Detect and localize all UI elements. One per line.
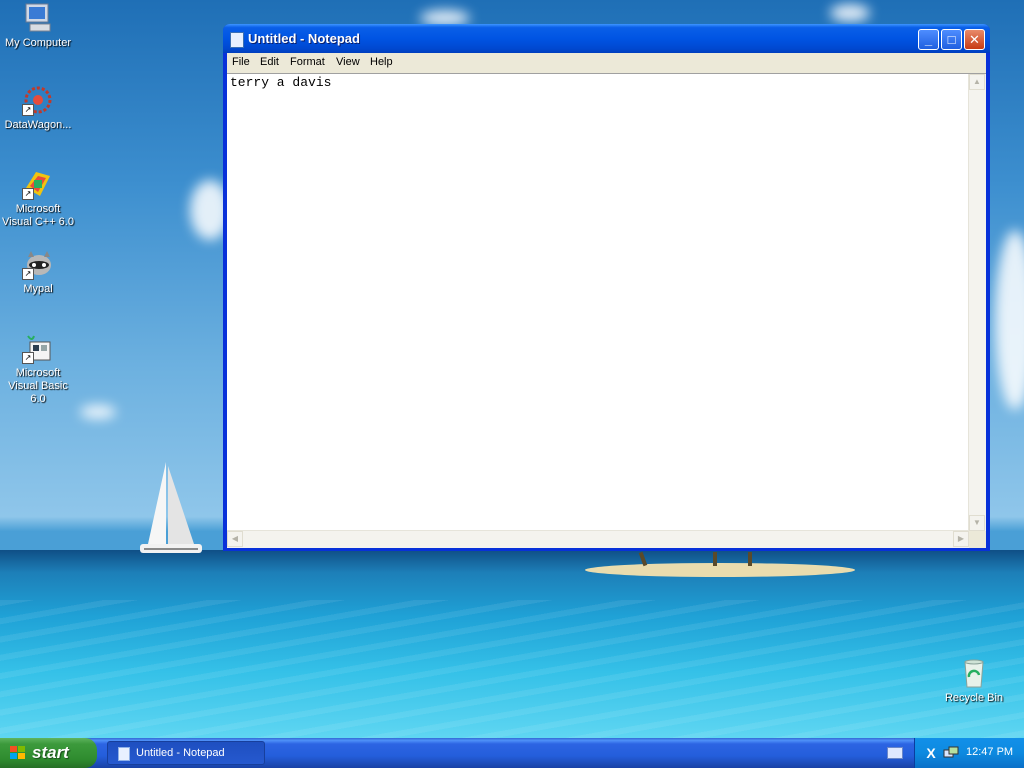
scroll-right-button[interactable]: ▶ <box>953 531 969 547</box>
keyboard-icon[interactable] <box>887 747 903 759</box>
desktop-icon-label: Recycle Bin <box>944 692 1004 704</box>
network-icon[interactable] <box>943 745 959 761</box>
start-label: start <box>32 743 69 762</box>
cloud <box>995 230 1024 410</box>
island <box>585 563 855 577</box>
minimize-button[interactable]: _ <box>918 29 939 50</box>
taskbar-button-notepad[interactable]: Untitled - Notepad <box>107 741 265 765</box>
desktop-icon-label: Mypal <box>23 283 53 295</box>
scroll-left-button[interactable]: ◀ <box>227 531 243 547</box>
vertical-scrollbar[interactable]: ▲ ▼ <box>968 74 986 531</box>
window-title: Untitled - Notepad <box>248 31 360 46</box>
menu-bar: File Edit Format View Help <box>227 53 986 73</box>
down-arrow-icon: ▼ <box>973 518 981 527</box>
desktop-icon-mypal[interactable]: ↗ Mypal <box>0 248 76 296</box>
desktop-icon-label: DataWagon... <box>4 119 72 131</box>
desktop-icon-visual-cpp[interactable]: ↗ Microsoft Visual C++ 6.0 <box>0 168 76 229</box>
datawagon-icon: ↗ <box>22 84 54 116</box>
shortcut-arrow-icon: ↗ <box>22 268 34 280</box>
menu-help[interactable]: Help <box>370 56 393 68</box>
recycle-bin-icon <box>958 657 990 689</box>
shortcut-arrow-icon: ↗ <box>22 188 34 200</box>
system-tray: X 12:47 PM <box>914 738 1024 768</box>
left-arrow-icon: ◀ <box>231 534 239 543</box>
desktop-icon-datawagon[interactable]: ↗ DataWagon... <box>0 84 76 132</box>
clock: 12:47 PM <box>966 746 1014 758</box>
notepad-icon <box>230 32 244 48</box>
desktop-icon-recycle-bin[interactable]: Recycle Bin <box>936 657 1012 705</box>
shortcut-arrow-icon: ↗ <box>22 352 34 364</box>
shortcut-arrow-icon: ↗ <box>22 104 34 116</box>
cloud <box>830 4 870 22</box>
menu-format[interactable]: Format <box>290 56 325 68</box>
cloud <box>80 405 116 419</box>
taskbar: start Untitled - Notepad X 12:47 PM <box>0 738 1024 768</box>
up-arrow-icon: ▲ <box>973 77 981 86</box>
notepad-icon <box>118 747 130 761</box>
taskbar-button-label: Untitled - Notepad <box>136 747 225 759</box>
minimize-icon: _ <box>924 32 933 47</box>
palm-tree <box>713 552 717 566</box>
desktop-icon-label: Microsoft Visual Basic 6.0 <box>8 367 68 405</box>
desktop-icon-my-computer[interactable]: My Computer <box>0 2 76 50</box>
sailboat <box>140 462 202 553</box>
editor-content[interactable]: terry a davis <box>230 75 331 90</box>
start-button[interactable]: start <box>0 738 97 768</box>
close-button[interactable]: ✕ <box>964 29 985 50</box>
visual-cpp-icon: ↗ <box>22 168 54 200</box>
desktop-icon-visual-basic[interactable]: ↗ Microsoft Visual Basic 6.0 <box>0 332 76 406</box>
horizontal-scrollbar[interactable]: ◀ ▶ <box>227 530 969 548</box>
visual-basic-icon: ↗ <box>22 332 54 364</box>
close-icon: ✕ <box>969 32 980 47</box>
windows-logo-icon <box>10 746 26 760</box>
computer-icon <box>22 2 54 34</box>
text-editor[interactable]: terry a davis ▲ ▼ ◀ ▶ <box>227 73 986 548</box>
desktop-icon-label: Microsoft Visual C++ 6.0 <box>2 203 74 228</box>
scroll-up-button[interactable]: ▲ <box>969 74 985 90</box>
menu-view[interactable]: View <box>336 56 360 68</box>
scroll-down-button[interactable]: ▼ <box>969 515 985 531</box>
notepad-window: Untitled - Notepad _ □ ✕ File Edit Forma… <box>223 24 990 551</box>
menu-edit[interactable]: Edit <box>260 56 279 68</box>
menu-file[interactable]: File <box>232 56 250 68</box>
palm-tree <box>748 552 752 566</box>
resize-grip[interactable] <box>969 531 986 548</box>
x-tray-icon[interactable]: X <box>923 745 939 761</box>
sea-glint <box>0 600 1024 738</box>
desktop-icon-label: My Computer <box>4 37 72 49</box>
right-arrow-icon: ▶ <box>957 534 965 543</box>
maximize-icon: □ <box>947 32 956 47</box>
mypal-icon: ↗ <box>22 248 54 280</box>
maximize-button[interactable]: □ <box>941 29 962 50</box>
title-bar[interactable]: Untitled - Notepad _ □ ✕ <box>223 24 990 53</box>
